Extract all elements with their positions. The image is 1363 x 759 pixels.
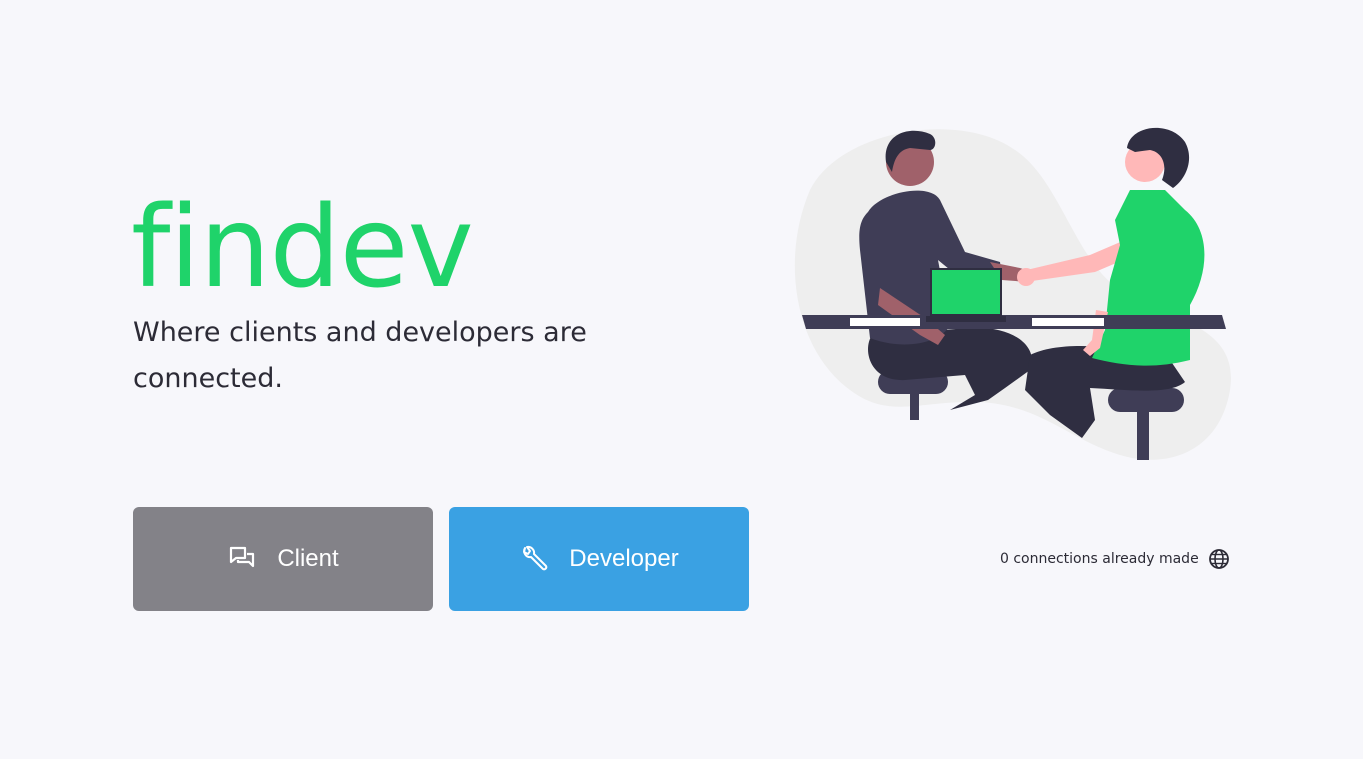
connections-counter: 0 connections already made — [1000, 548, 1230, 570]
client-button-label: Client — [277, 545, 339, 572]
developer-button[interactable]: Developer — [449, 507, 749, 611]
developer-button-label: Developer — [569, 545, 679, 572]
wrench-icon — [519, 544, 549, 574]
globe-icon — [1208, 548, 1230, 570]
laptop-screen-inner — [932, 270, 1000, 314]
landing-page: findev Where clients and developers are … — [0, 0, 1363, 759]
client-button[interactable]: Client — [133, 507, 433, 611]
chat-bubbles-icon — [227, 544, 257, 574]
tagline: Where clients and developers are connect… — [133, 317, 587, 394]
right-stool-leg — [1137, 408, 1149, 460]
table-paper-left — [850, 318, 920, 326]
laptop-base — [926, 316, 1006, 322]
table-paper-right — [1032, 318, 1104, 326]
handshake-illustration — [794, 127, 1231, 460]
brand-logo-text: findev — [131, 183, 474, 313]
right-person-torso — [1092, 190, 1205, 366]
connections-text: 0 connections already made — [1000, 551, 1199, 567]
right-person-hand — [1017, 268, 1035, 286]
left-stool-leg — [910, 390, 919, 420]
